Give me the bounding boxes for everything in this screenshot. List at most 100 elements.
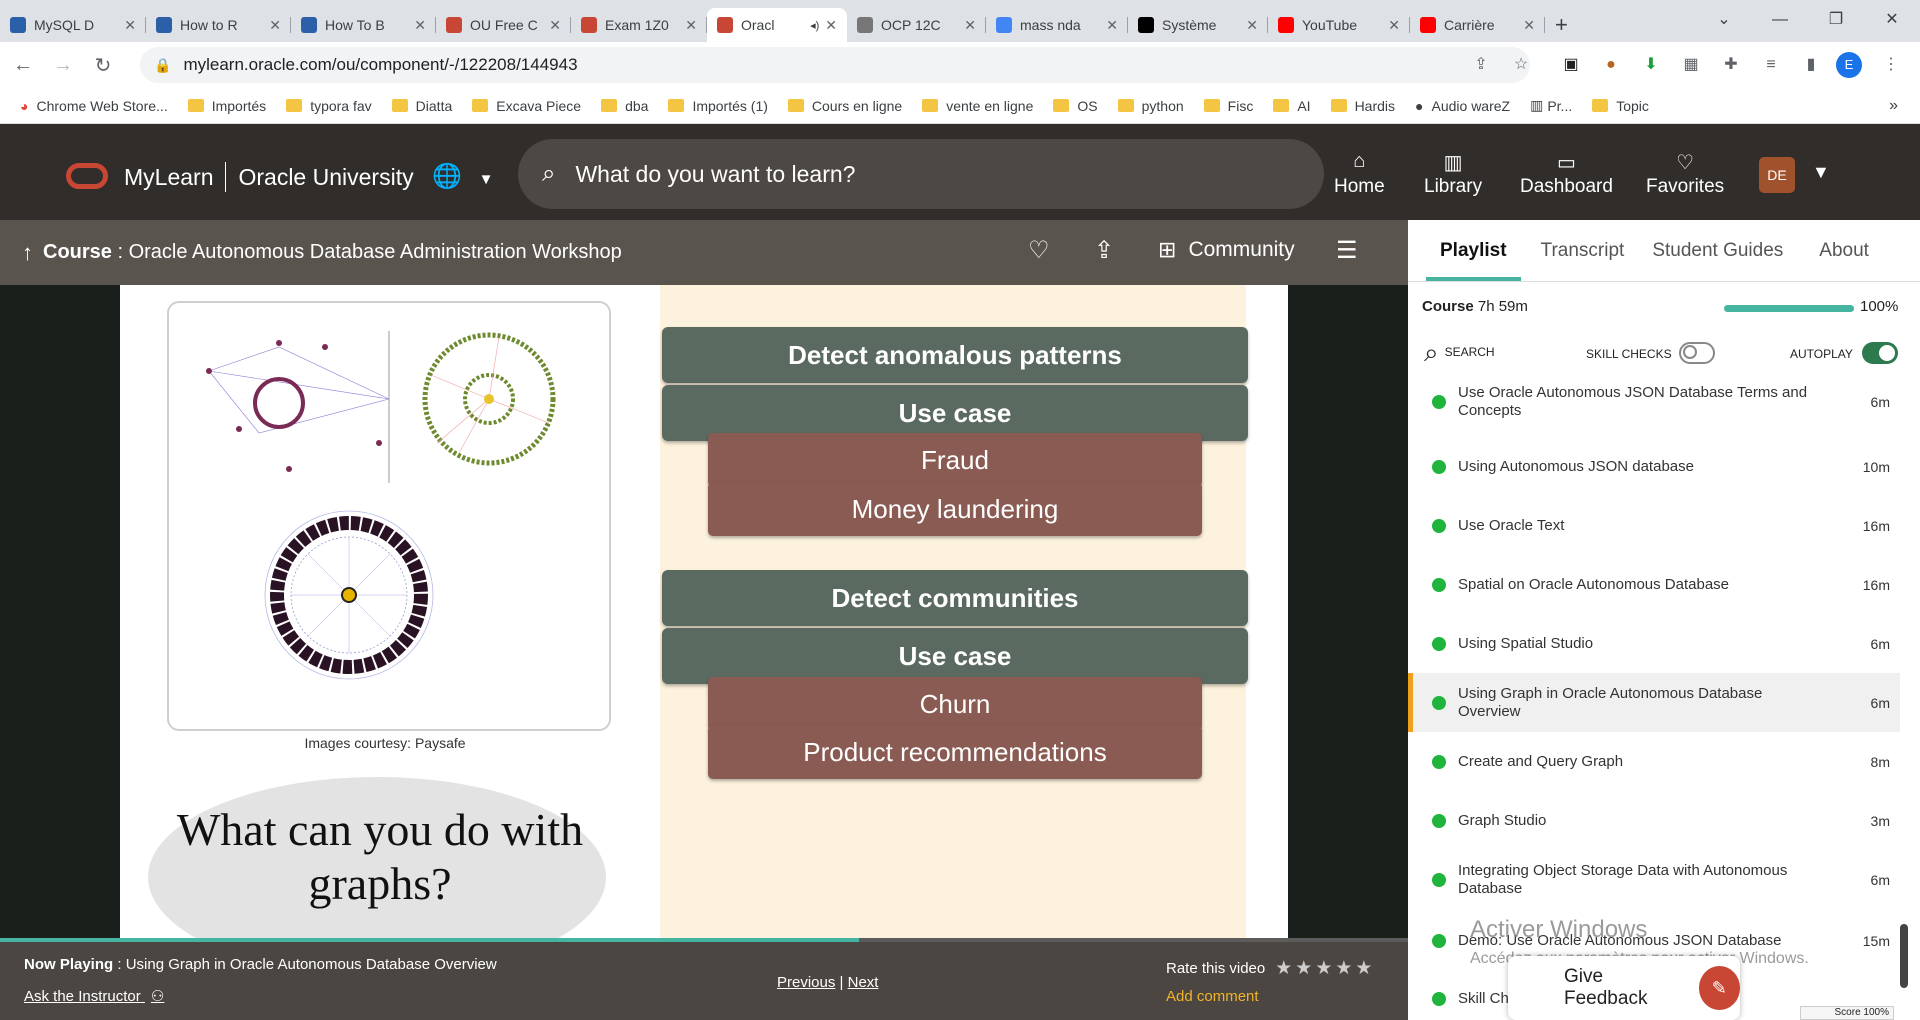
bookmark-item[interactable]: Fisc	[1203, 98, 1253, 114]
bookmark-item[interactable]: Importés (1)	[668, 98, 768, 114]
bookmark-item[interactable]: python	[1117, 98, 1184, 114]
autoplay-switch[interactable]	[1862, 342, 1899, 364]
bookmark-item[interactable]: typora fav	[286, 98, 372, 114]
playlist-toggle-icon[interactable]: ☰	[1336, 236, 1358, 265]
bookmark-item[interactable]: OS	[1053, 98, 1098, 114]
arrow-up-icon[interactable]: ↑	[22, 240, 33, 266]
give-feedback-button[interactable]: Give Feedback ✎	[1508, 956, 1740, 1020]
browser-tab[interactable]: How to R ✕	[146, 8, 291, 42]
star-icon[interactable]: ★	[1315, 958, 1335, 979]
close-tab-icon[interactable]: ✕	[964, 17, 976, 34]
browser-tab[interactable]: How To B ✕	[291, 8, 436, 42]
bookmark-item[interactable]: dba	[601, 98, 648, 114]
browser-tab[interactable]: OU Free C ✕	[436, 8, 571, 42]
nav-library[interactable]: ▥ Library	[1424, 150, 1482, 198]
bookmark-item[interactable]: Topic	[1592, 98, 1649, 114]
cookie-icon[interactable]: ●	[1596, 50, 1626, 80]
playlist-item[interactable]: Use Oracle Text 16m	[1408, 496, 1900, 555]
share-icon[interactable]: ⇪	[1466, 50, 1496, 80]
playlist-item[interactable]: Using Autonomous JSON database 10m	[1408, 437, 1900, 496]
skill-checks-toggle[interactable]: SKILL CHECKS	[1586, 342, 1715, 364]
bookmark-item[interactable]: Cours en ligne	[787, 98, 902, 114]
autoplay-toggle[interactable]: AUTOPLAY	[1790, 342, 1899, 364]
nav-home[interactable]: ⌂ Home	[1334, 150, 1385, 198]
bookmark-item[interactable]: Diatta	[391, 98, 452, 114]
close-tab-icon[interactable]: ✕	[825, 17, 837, 34]
close-tab-icon[interactable]: ✕	[124, 17, 136, 34]
add-comment-link[interactable]: Add comment	[1166, 988, 1259, 1005]
forward-icon[interactable]: →	[46, 54, 80, 77]
bookmark-item[interactable]: Importés	[187, 98, 266, 114]
close-tab-icon[interactable]: ✕	[1106, 17, 1118, 34]
reading-list-icon[interactable]: ≡	[1756, 50, 1786, 80]
browser-tab[interactable]: Carrière ✕	[1410, 8, 1545, 42]
community-button[interactable]: ⊞ Community	[1158, 237, 1295, 263]
url-input[interactable]: 🔒 mylearn.oracle.com/ou/component/-/1222…	[140, 47, 1530, 83]
ask-instructor-link[interactable]: Ask the Instructor ⚇	[24, 987, 164, 1005]
close-tab-icon[interactable]: ✕	[1388, 17, 1400, 34]
browser-tab[interactable]: MySQL D ✕	[0, 8, 146, 42]
extension-icon[interactable]: ▦	[1676, 50, 1706, 80]
playlist-item[interactable]: Using Graph in Oracle Autonomous Databas…	[1408, 673, 1900, 732]
user-menu-chevron-icon[interactable]: ▼	[1812, 162, 1830, 183]
bookmark-item[interactable]: AI	[1273, 98, 1311, 114]
new-tab-button[interactable]: +	[1545, 8, 1578, 42]
tab-student-guides[interactable]: Student Guides	[1638, 240, 1797, 262]
tab-search-icon[interactable]: ⌄	[1696, 0, 1752, 40]
audio-playing-icon[interactable]: ◂)	[810, 19, 819, 32]
close-tab-icon[interactable]: ✕	[685, 17, 697, 34]
tab-about[interactable]: About	[1805, 240, 1883, 262]
user-avatar[interactable]: DE	[1759, 157, 1795, 193]
close-tab-icon[interactable]: ✕	[549, 17, 561, 34]
language-selector[interactable]: 🌐 ▼	[432, 162, 493, 191]
browser-tab[interactable]: mass nda ✕	[986, 8, 1128, 42]
bookmark-item[interactable]: ● Audio wareZ	[1415, 98, 1510, 114]
playlist-item[interactable]: Use Oracle Autonomous JSON Database Term…	[1408, 372, 1900, 432]
profile-avatar[interactable]: E	[1836, 52, 1862, 78]
menu-dots-icon[interactable]: ⋮	[1876, 50, 1906, 80]
browser-tab[interactable]: Oracl ◂) ✕	[707, 8, 847, 42]
share-icon[interactable]: ⇪	[1094, 236, 1114, 265]
nav-favorites[interactable]: ♡ Favorites	[1646, 150, 1724, 198]
playlist-item[interactable]: Integrating Object Storage Data with Aut…	[1408, 850, 1900, 909]
star-icon[interactable]: ★	[1335, 958, 1355, 979]
sidebar-scrollbar[interactable]	[1900, 924, 1908, 988]
oracle-logo-icon[interactable]	[66, 163, 108, 189]
minimize-icon[interactable]: —	[1752, 0, 1808, 40]
nav-dashboard[interactable]: ▭ Dashboard	[1520, 150, 1613, 198]
bookmark-item[interactable]: vente en ligne	[922, 98, 1033, 114]
star-icon[interactable]: ★	[1355, 958, 1375, 979]
tab-transcript[interactable]: Transcript	[1527, 240, 1639, 262]
favorite-heart-icon[interactable]: ♡	[1028, 236, 1050, 265]
close-tab-icon[interactable]: ✕	[1523, 17, 1535, 34]
more-bookmarks-icon[interactable]: »	[1889, 97, 1898, 115]
playlist-item[interactable]: Graph Studio 3m	[1408, 791, 1900, 850]
browser-tab[interactable]: Système ✕	[1128, 8, 1268, 42]
skill-checks-switch[interactable]	[1678, 342, 1715, 364]
browser-tab[interactable]: Exam 1Z0 ✕	[571, 8, 707, 42]
next-link[interactable]: Next	[848, 974, 879, 991]
previous-link[interactable]: Previous	[777, 974, 835, 991]
bookmark-item[interactable]: ◕ Chrome Web Store...	[20, 98, 168, 114]
bookmark-item[interactable]: Hardis	[1330, 98, 1395, 114]
close-window-icon[interactable]: ✕	[1864, 0, 1920, 40]
restore-icon[interactable]: ❐	[1808, 0, 1864, 40]
close-tab-icon[interactable]: ✕	[414, 17, 426, 34]
browser-tab[interactable]: OCP 12C ✕	[847, 8, 986, 42]
bookmark-item[interactable]: Excava Piece	[472, 98, 581, 114]
sidepanel-icon[interactable]: ▮	[1796, 50, 1826, 80]
back-icon[interactable]: ←	[6, 54, 40, 77]
download-icon[interactable]: ⬇	[1636, 50, 1666, 80]
brand[interactable]: MyLearn Oracle University	[124, 162, 414, 192]
search-input[interactable]: ⌕ What do you want to learn?	[518, 139, 1324, 209]
browser-tab[interactable]: YouTube ✕	[1268, 8, 1410, 42]
star-icon[interactable]: ★	[1275, 958, 1295, 979]
tab-playlist[interactable]: Playlist	[1426, 221, 1521, 281]
reload-icon[interactable]: ↻	[86, 53, 120, 78]
star-icon[interactable]: ★	[1295, 958, 1315, 979]
close-tab-icon[interactable]: ✕	[269, 17, 281, 34]
playlist-item[interactable]: Create and Query Graph 8m	[1408, 732, 1900, 791]
bookmark-star-icon[interactable]: ☆	[1506, 50, 1536, 80]
extension-icon[interactable]: ▣	[1556, 50, 1586, 80]
playlist-item[interactable]: Using Spatial Studio 6m	[1408, 614, 1900, 673]
